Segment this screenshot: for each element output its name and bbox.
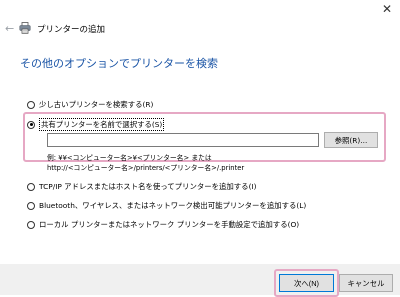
printer-icon [19,22,31,34]
example-text-line2: http://<コンピューター名>/printers/<プリンター名>/.pri… [47,164,245,172]
option-older-printer[interactable]: 少し古いプリンターを検索する(R) [27,99,153,110]
option-tcpip[interactable]: TCP/IP アドレスまたはホスト名を使ってプリンターを追加する(I) [27,181,257,192]
back-arrow-icon: ← [5,22,15,35]
option-shared-printer[interactable]: 共有プリンターを名前で選択する(S) [27,118,165,131]
option-label: TCP/IP アドレスまたはホスト名を使ってプリンターを追加する(I) [39,182,257,191]
example-text-line1: 例: ¥¥<コンピューター名>¥<プリンター名> または [47,154,212,162]
next-button[interactable]: 次へ(N) [279,274,334,292]
radio-button-selected[interactable] [27,120,35,129]
option-local-manual[interactable]: ローカル プリンターまたはネットワーク プリンターを手動設定で追加する(O) [27,219,299,230]
radio-button[interactable] [27,201,35,210]
option-label: ローカル プリンターまたはネットワーク プリンターを手動設定で追加する(O) [39,220,300,229]
radio-button[interactable] [27,100,35,109]
back-button[interactable]: ← [5,22,14,35]
option-label: Bluetooth、ワイヤレス、またはネットワーク検出可能プリンターを追加する(… [39,201,307,210]
shared-printer-name-input[interactable] [47,133,319,147]
cancel-button[interactable]: キャンセル [339,274,393,292]
radio-button[interactable] [27,220,35,229]
close-icon: ✕ [381,2,393,16]
close-button[interactable]: ✕ [380,2,394,16]
option-bluetooth-wireless[interactable]: Bluetooth、ワイヤレス、またはネットワーク検出可能プリンターを追加する(… [27,200,306,211]
dialog-title: プリンターの追加 [37,25,106,35]
browse-button[interactable]: 参照(R)... [324,132,378,148]
option-label: 共有プリンターを名前で選択する(S) [39,118,165,131]
page-heading: その他のオプションでプリンターを検索 [20,57,218,70]
radio-button[interactable] [27,182,35,191]
option-label: 少し古いプリンターを検索する(R) [39,100,154,109]
